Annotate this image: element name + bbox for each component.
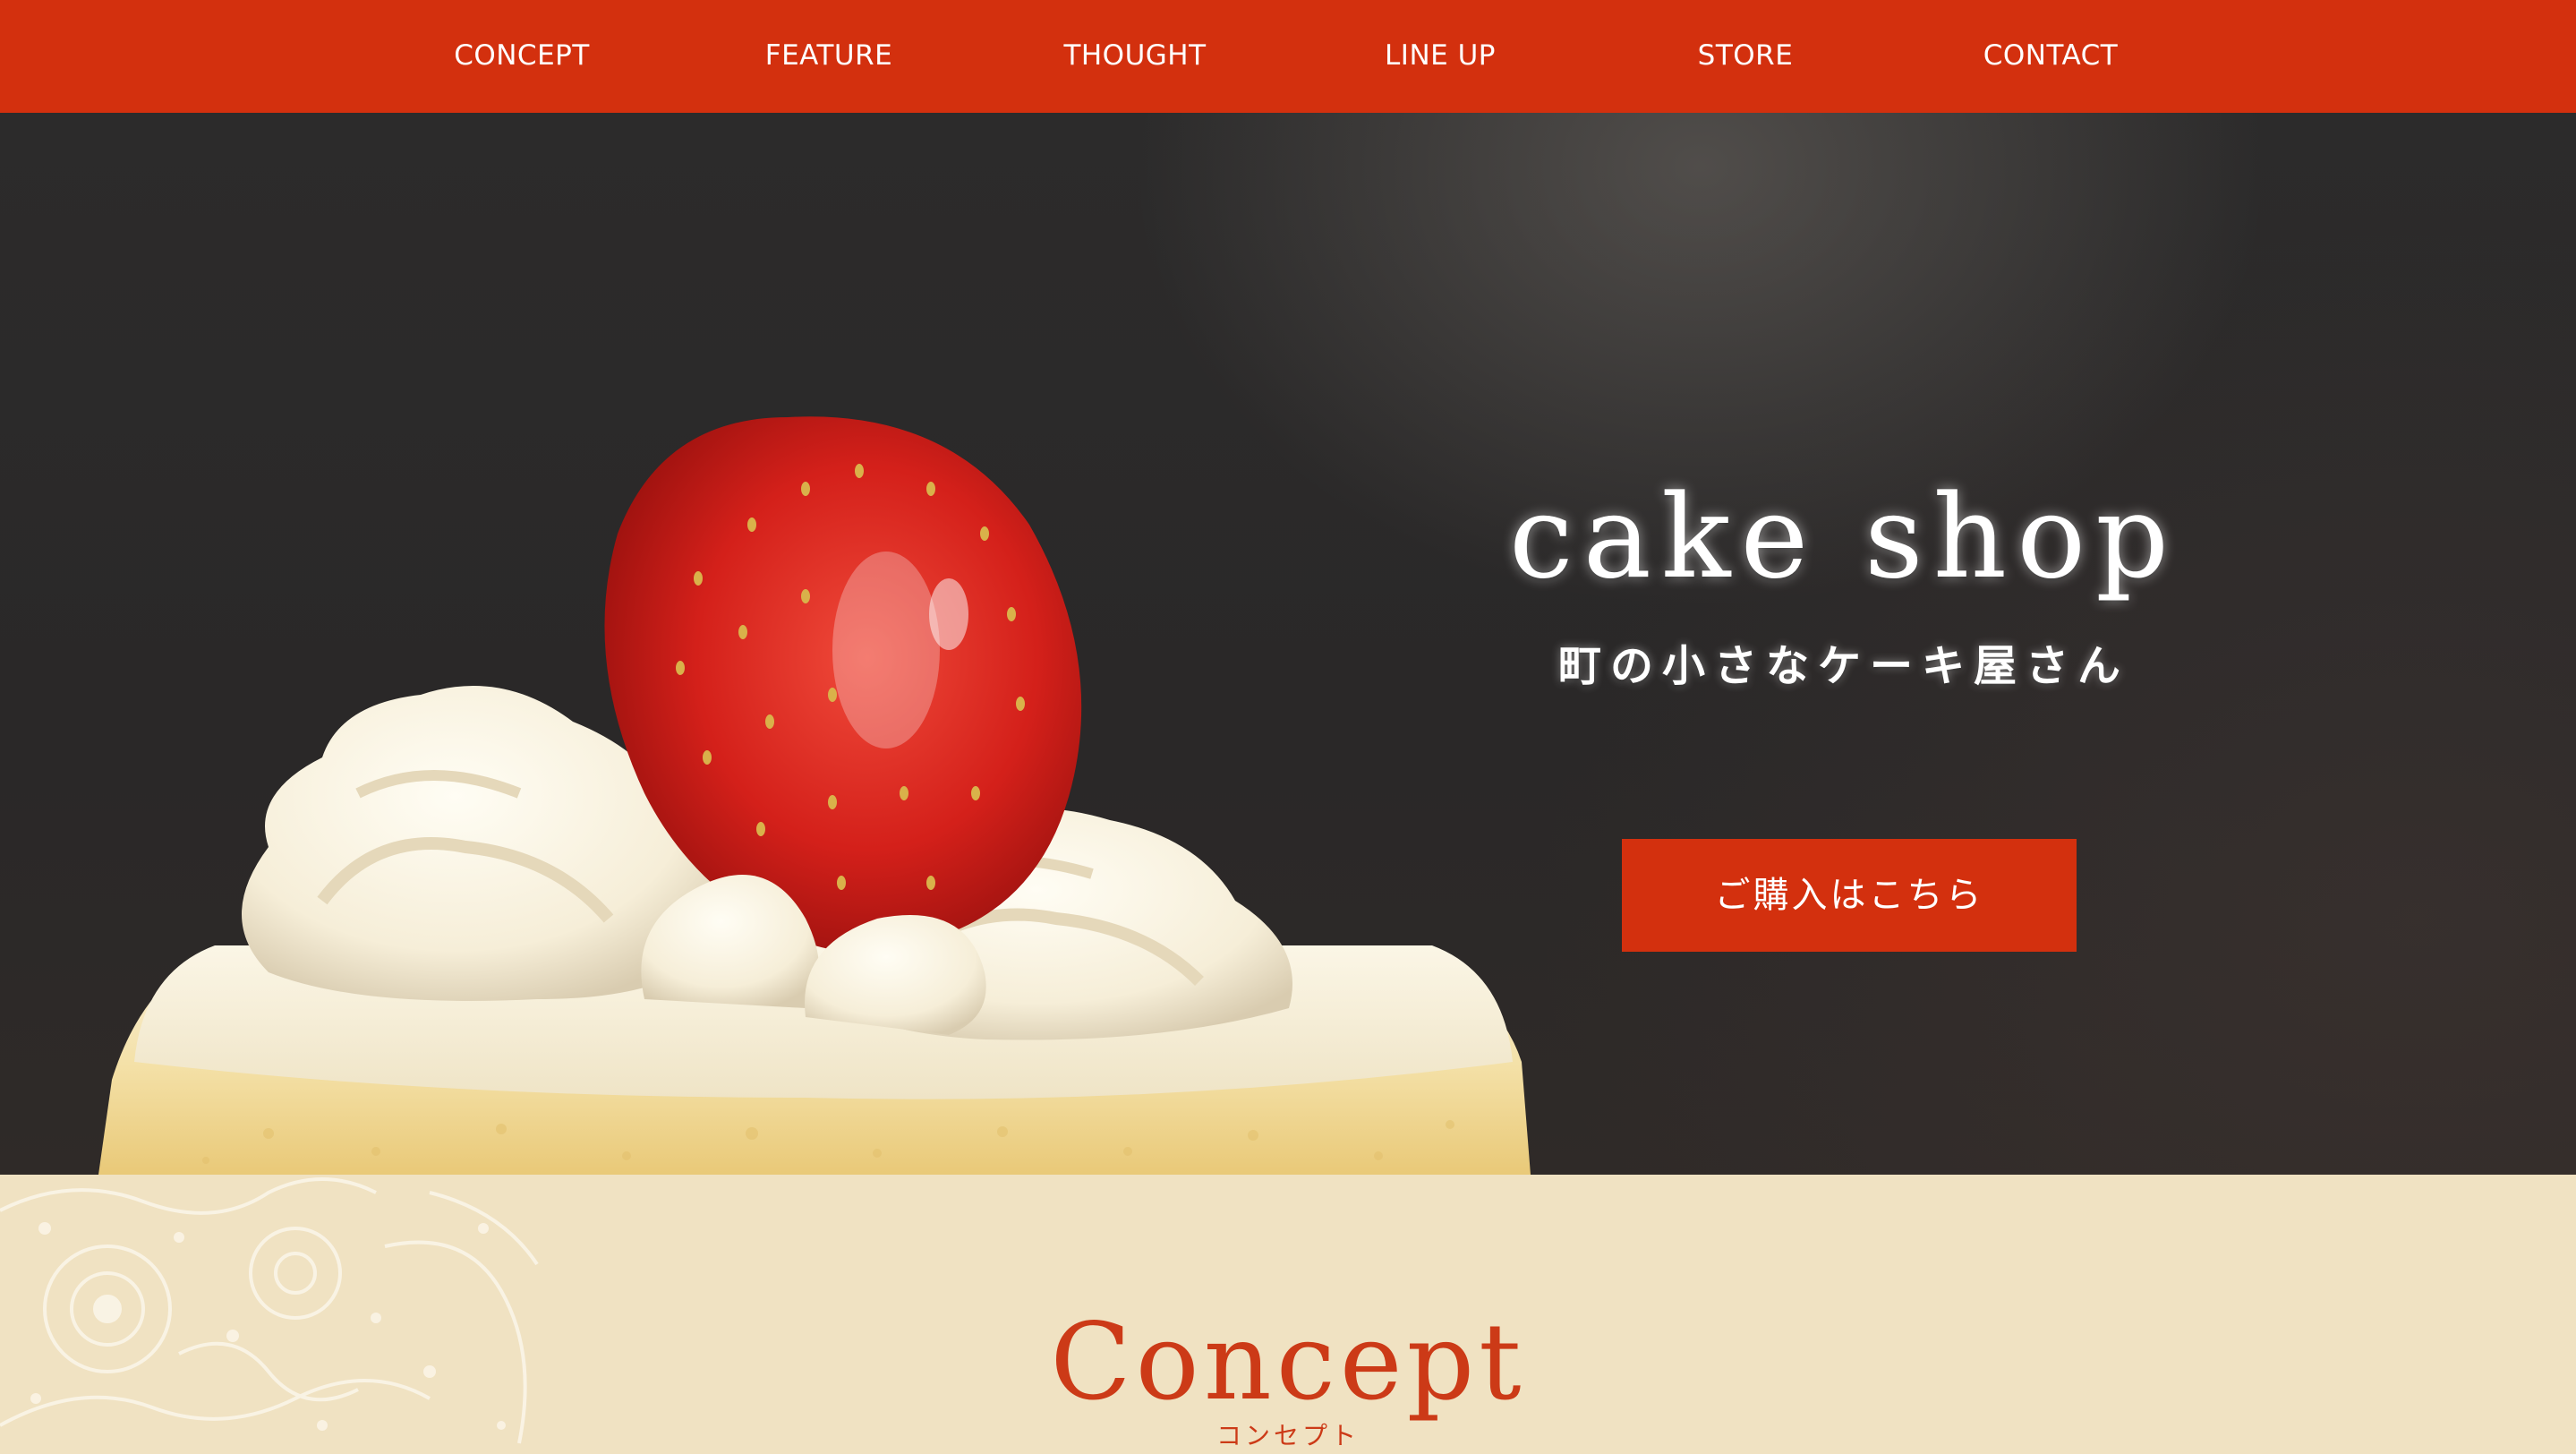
lace-doily-ornament	[0, 1177, 539, 1444]
nav-item-feature[interactable]: FEATURE	[695, 0, 963, 113]
top-navigation-bar: CONCEPT FEATURE THOUGHT LINE UP STORE CO…	[0, 0, 2576, 113]
hero-title: cake shop	[1508, 471, 2179, 604]
nav-item-line-up[interactable]: LINE UP	[1306, 0, 1574, 113]
hero-section: cake shop 町の小さなケーキ屋さん ご購入はこちら	[0, 113, 2576, 1175]
nav-item-thought[interactable]: THOUGHT	[1001, 0, 1269, 113]
concept-subheading: コンセプト	[1215, 1421, 1360, 1450]
nav-item-concept[interactable]: CONCEPT	[388, 0, 656, 113]
strawberry-shortcake-image	[98, 416, 1531, 1175]
concept-section: Concept コンセプト	[0, 1175, 2576, 1454]
concept-heading: Concept	[1050, 1300, 1526, 1424]
purchase-button[interactable]: ご購入はこちら	[1622, 839, 2077, 952]
nav-item-contact[interactable]: CONTACT	[1916, 0, 2185, 113]
hero-subtitle: 町の小さなケーキ屋さん	[1557, 641, 2129, 691]
nav-item-store[interactable]: STORE	[1611, 0, 1880, 113]
